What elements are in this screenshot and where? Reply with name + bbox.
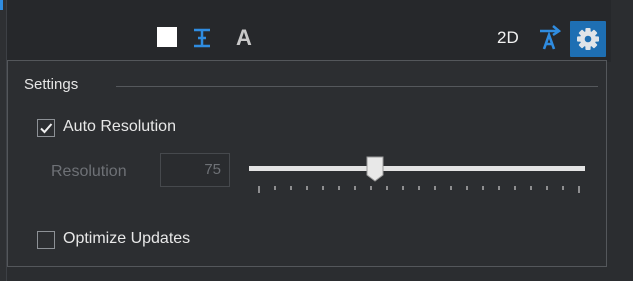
resolution-slider[interactable]: [249, 156, 585, 196]
auto-resolution-label[interactable]: Auto Resolution: [63, 118, 176, 136]
optimize-updates-checkbox[interactable]: [37, 231, 55, 249]
slider-ticks: [258, 186, 580, 193]
resolution-label: Resolution: [51, 163, 127, 180]
optimize-updates-label[interactable]: Optimize Updates: [63, 230, 190, 248]
toolbar: A 2D: [7, 0, 611, 62]
left-strip: [0, 0, 7, 281]
section-title: Settings: [24, 76, 79, 93]
auto-font-size-icon[interactable]: [535, 22, 565, 52]
settings-button[interactable]: [570, 21, 606, 57]
auto-resolution-checkbox[interactable]: [37, 119, 55, 137]
settings-panel: Settings Auto Resolution Resolution 75 O…: [7, 60, 607, 267]
color-swatch-icon[interactable]: [157, 27, 177, 47]
section-divider: [116, 86, 598, 87]
font-icon[interactable]: A: [230, 21, 258, 55]
gear-icon: [577, 28, 599, 50]
resolution-input[interactable]: 75: [160, 153, 230, 187]
checkmark-icon: [40, 123, 53, 134]
slider-track: [249, 166, 585, 171]
fit-width-icon[interactable]: [189, 25, 215, 51]
view-mode-toggle[interactable]: 2D: [497, 24, 519, 52]
left-accent: [0, 0, 3, 10]
slider-thumb[interactable]: [366, 156, 384, 182]
